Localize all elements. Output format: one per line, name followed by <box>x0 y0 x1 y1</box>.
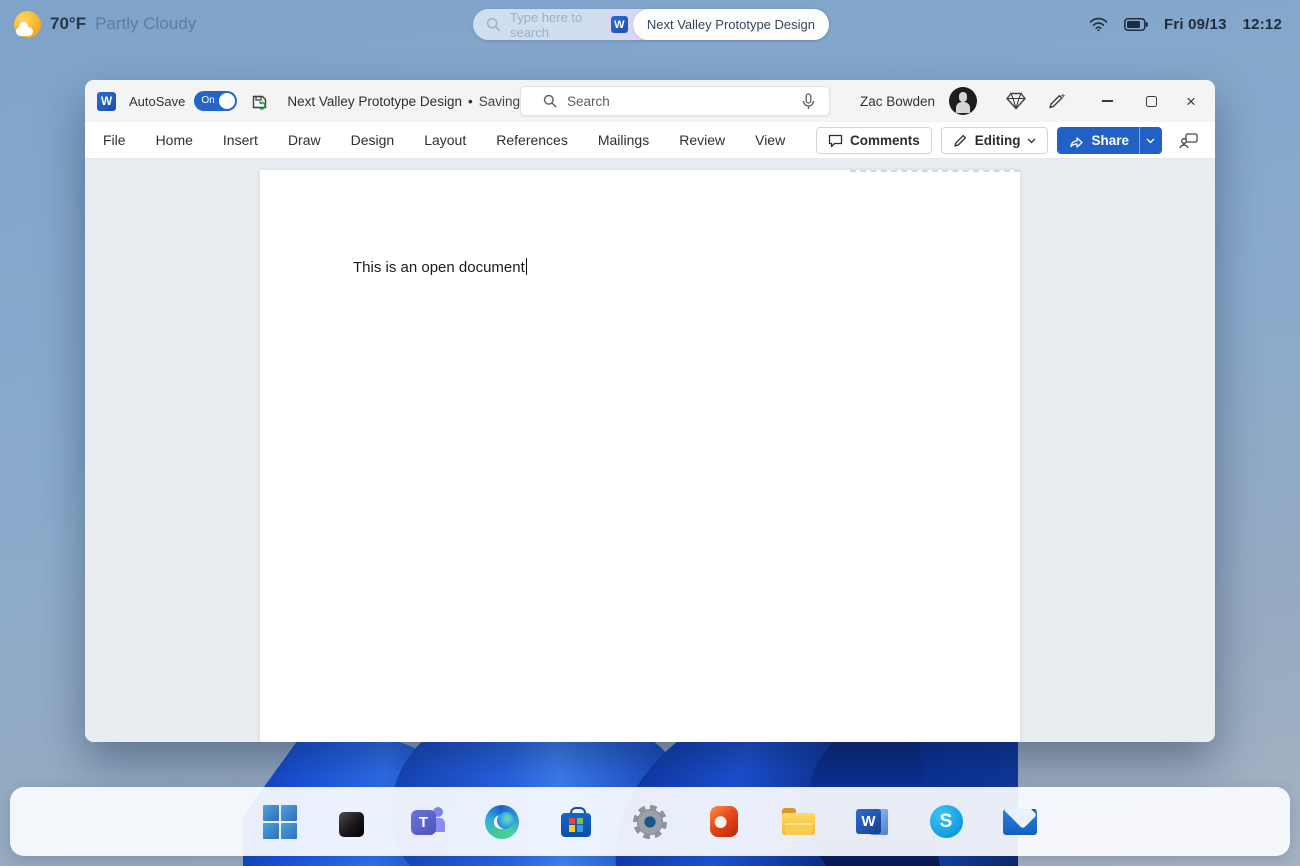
share-icon <box>1070 136 1084 148</box>
document-page[interactable]: This is an open document <box>260 170 1020 742</box>
share-button[interactable]: Share <box>1057 127 1162 154</box>
comments-label: Comments <box>849 133 920 148</box>
title-separator: • <box>467 93 473 109</box>
word-search-placeholder: Search <box>567 93 610 109</box>
maximize-button[interactable] <box>1131 84 1171 118</box>
taskbar-item-dark-app[interactable] <box>335 803 373 841</box>
taskbar-item-settings[interactable] <box>631 803 669 841</box>
taskbar-item-office[interactable] <box>705 803 743 841</box>
word-menubar: File Home Insert Draw Design Layout Refe… <box>85 122 1215 159</box>
desktop-search-bar[interactable]: Type here to search W Next Valley Protot… <box>473 9 829 40</box>
presence-flag-icon[interactable] <box>1171 126 1205 156</box>
active-app-chip[interactable]: W Next Valley Prototype Design <box>604 9 829 40</box>
office-icon <box>710 806 738 837</box>
page-boundary-dashes <box>850 170 1020 172</box>
user-avatar[interactable] <box>949 87 977 115</box>
user-name[interactable]: Zac Bowden <box>860 94 935 109</box>
tab-home[interactable]: Home <box>156 132 193 148</box>
close-button[interactable]: × <box>1175 84 1215 118</box>
weather-temp: 70°F <box>50 14 87 33</box>
microsoft-store-icon <box>561 806 591 837</box>
document-title[interactable]: Next Valley Prototype Design • Saving... <box>287 94 548 109</box>
pencil-icon <box>954 134 966 147</box>
minimize-button[interactable] <box>1087 84 1127 118</box>
tray-date[interactable]: Fri 09/13 <box>1164 16 1227 33</box>
autosave-toggle[interactable]: On <box>194 91 238 111</box>
autosave-state: On <box>201 95 215 106</box>
save-sync-icon[interactable] <box>251 92 270 111</box>
text-cursor <box>525 258 528 275</box>
word-titlebar: W AutoSave On Next Valley Prototype Desi… <box>85 80 1215 122</box>
mail-icon <box>1003 808 1037 835</box>
doc-title-text: Next Valley Prototype Design <box>287 93 462 109</box>
tab-file[interactable]: File <box>103 132 126 148</box>
start-button[interactable] <box>261 803 299 841</box>
windows-logo-icon <box>263 804 297 839</box>
tab-view[interactable]: View <box>755 132 785 148</box>
search-icon <box>543 94 557 108</box>
battery-icon[interactable] <box>1124 17 1148 31</box>
dark-window-icon <box>339 806 369 837</box>
tray-time[interactable]: 12:12 <box>1243 16 1282 33</box>
weather-widget[interactable]: 70°F Partly Cloudy <box>14 10 197 38</box>
document-canvas: This is an open document <box>85 159 1215 742</box>
taskbar-item-store[interactable] <box>557 803 595 841</box>
wifi-icon[interactable] <box>1089 17 1108 32</box>
taskbar-item-mail[interactable] <box>1001 803 1039 841</box>
comment-icon <box>828 134 843 147</box>
tab-insert[interactable]: Insert <box>223 132 258 148</box>
taskbar-item-skype[interactable]: S <box>927 803 965 841</box>
taskbar-item-word[interactable]: W <box>853 803 891 841</box>
tab-mailings[interactable]: Mailings <box>598 132 649 148</box>
editing-button[interactable]: Editing <box>940 127 1049 154</box>
chevron-down-icon <box>1028 138 1036 143</box>
skype-icon: S <box>929 805 963 838</box>
word-window: W AutoSave On Next Valley Prototype Desi… <box>85 80 1215 742</box>
search-icon <box>486 17 501 32</box>
share-dropdown[interactable] <box>1139 127 1161 154</box>
file-explorer-icon <box>781 808 815 835</box>
teams-icon: T <box>411 806 445 837</box>
word-icon: W <box>856 807 888 837</box>
close-icon: × <box>1186 91 1196 111</box>
autosave-label: AutoSave <box>129 93 186 109</box>
tab-review[interactable]: Review <box>679 132 725 148</box>
search-placeholder: Type here to search <box>510 9 583 40</box>
tab-draw[interactable]: Draw <box>288 132 321 148</box>
body-text: This is an open document <box>353 259 525 276</box>
weather-condition: Partly Cloudy <box>95 14 197 33</box>
pen-sparkle-icon[interactable] <box>1041 86 1075 116</box>
taskbar-item-edge[interactable] <box>483 803 521 841</box>
microphone-icon[interactable] <box>802 92 815 110</box>
word-app-icon: W <box>97 91 116 111</box>
tab-layout[interactable]: Layout <box>424 132 466 148</box>
taskbar-item-file-explorer[interactable] <box>779 803 817 841</box>
sun-cloud-icon <box>14 10 41 38</box>
settings-gear-icon <box>633 804 667 839</box>
word-search-box[interactable]: Search <box>520 86 830 116</box>
taskbar: T W S <box>10 787 1290 856</box>
active-app-label: Next Valley Prototype Design <box>632 9 829 40</box>
word-icon: W <box>610 16 628 33</box>
edge-icon <box>485 804 519 839</box>
comments-button[interactable]: Comments <box>815 127 932 154</box>
document-text[interactable]: This is an open document <box>353 258 528 276</box>
diamond-icon[interactable] <box>999 86 1033 116</box>
taskbar-item-teams[interactable]: T <box>409 803 447 841</box>
top-system-bar: 70°F Partly Cloudy Type here to search W… <box>0 0 1300 48</box>
share-label: Share <box>1091 133 1129 148</box>
editing-label: Editing <box>974 133 1021 148</box>
tab-references[interactable]: References <box>496 132 568 148</box>
system-tray[interactable]: Fri 09/13 12:12 <box>1089 0 1282 48</box>
tab-design[interactable]: Design <box>351 132 395 148</box>
